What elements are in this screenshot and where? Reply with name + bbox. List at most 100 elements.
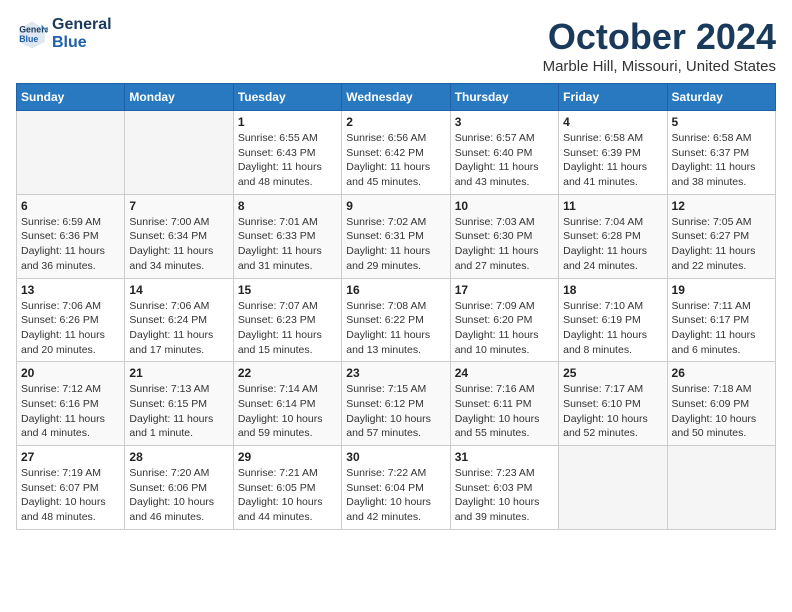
- day-number: 25: [563, 366, 662, 380]
- calendar-cell: 24 Sunrise: 7:16 AM Sunset: 6:11 PM Dayli…: [450, 362, 558, 446]
- day-info: Sunrise: 6:58 AM Sunset: 6:37 PM Dayligh…: [672, 131, 771, 190]
- day-number: 3: [455, 115, 554, 129]
- calendar-cell: 1 Sunrise: 6:55 AM Sunset: 6:43 PM Daylig…: [233, 111, 341, 195]
- day-info: Sunrise: 7:12 AM Sunset: 6:16 PM Dayligh…: [21, 382, 120, 441]
- logo-line1: General: [52, 16, 112, 34]
- day-number: 11: [563, 199, 662, 213]
- logo-icon: General Blue: [16, 18, 48, 50]
- calendar-cell: 10Sunrise: 7:03 AM Sunset: 6:30 PM Dayli…: [450, 194, 558, 278]
- day-info: Sunrise: 7:17 AM Sunset: 6:10 PM Dayligh…: [563, 382, 662, 441]
- day-info: Sunrise: 6:56 AM Sunset: 6:42 PM Dayligh…: [346, 131, 445, 190]
- day-number: 19: [672, 283, 771, 297]
- calendar-cell: 9 Sunrise: 7:02 AM Sunset: 6:31 PM Daylig…: [342, 194, 450, 278]
- calendar-cell: 27 Sunrise: 7:19 AM Sunset: 6:07 PM Dayli…: [17, 446, 125, 530]
- day-info: Sunrise: 7:06 AM Sunset: 6:24 PM Dayligh…: [129, 299, 228, 358]
- day-number: 14: [129, 283, 228, 297]
- day-info: Sunrise: 7:14 AM Sunset: 6:14 PM Dayligh…: [238, 382, 337, 441]
- day-info: Sunrise: 7:10 AM Sunset: 6:19 PM Dayligh…: [563, 299, 662, 358]
- day-number: 18: [563, 283, 662, 297]
- calendar-subtitle: Marble Hill, Missouri, United States: [543, 58, 776, 75]
- calendar-cell: 23 Sunrise: 7:15 AM Sunset: 6:12 PM Dayli…: [342, 362, 450, 446]
- calendar-cell: 14 Sunrise: 7:06 AM Sunset: 6:24 PM Dayli…: [125, 278, 233, 362]
- calendar-cell: 29 Sunrise: 7:21 AM Sunset: 6:05 PM Dayli…: [233, 446, 341, 530]
- day-number: 27: [21, 450, 120, 464]
- calendar-week-row: 27 Sunrise: 7:19 AM Sunset: 6:07 PM Dayli…: [17, 446, 776, 530]
- calendar-cell: 8Sunrise: 7:01 AM Sunset: 6:33 PM Daylig…: [233, 194, 341, 278]
- day-info: Sunrise: 7:20 AM Sunset: 6:06 PM Dayligh…: [129, 466, 228, 525]
- day-number: 7: [129, 199, 228, 213]
- calendar-cell: 30 Sunrise: 7:22 AM Sunset: 6:04 PM Dayli…: [342, 446, 450, 530]
- calendar-cell: 16 Sunrise: 7:08 AM Sunset: 6:22 PM Dayli…: [342, 278, 450, 362]
- calendar-cell: 3Sunrise: 6:57 AM Sunset: 6:40 PM Daylig…: [450, 111, 558, 195]
- calendar-cell: 15 Sunrise: 7:07 AM Sunset: 6:23 PM Dayli…: [233, 278, 341, 362]
- day-number: 29: [238, 450, 337, 464]
- day-number: 6: [21, 199, 120, 213]
- day-info: Sunrise: 7:21 AM Sunset: 6:05 PM Dayligh…: [238, 466, 337, 525]
- day-info: Sunrise: 7:02 AM Sunset: 6:31 PM Dayligh…: [346, 215, 445, 274]
- logo-line2: Blue: [52, 34, 112, 52]
- calendar-cell: 25 Sunrise: 7:17 AM Sunset: 6:10 PM Dayli…: [559, 362, 667, 446]
- title-area: October 2024 Marble Hill, Missouri, Unit…: [543, 16, 776, 75]
- day-info: Sunrise: 7:08 AM Sunset: 6:22 PM Dayligh…: [346, 299, 445, 358]
- calendar-cell: [559, 446, 667, 530]
- day-number: 9: [346, 199, 445, 213]
- day-info: Sunrise: 7:23 AM Sunset: 6:03 PM Dayligh…: [455, 466, 554, 525]
- day-info: Sunrise: 7:07 AM Sunset: 6:23 PM Dayligh…: [238, 299, 337, 358]
- calendar-cell: 26 Sunrise: 7:18 AM Sunset: 6:09 PM Dayli…: [667, 362, 775, 446]
- calendar-cell: 19Sunrise: 7:11 AM Sunset: 6:17 PM Dayli…: [667, 278, 775, 362]
- weekday-header: Saturday: [667, 84, 775, 111]
- day-info: Sunrise: 6:55 AM Sunset: 6:43 PM Dayligh…: [238, 131, 337, 190]
- day-number: 15: [238, 283, 337, 297]
- calendar-cell: 13Sunrise: 7:06 AM Sunset: 6:26 PM Dayli…: [17, 278, 125, 362]
- day-info: Sunrise: 7:13 AM Sunset: 6:15 PM Dayligh…: [129, 382, 228, 441]
- calendar-cell: 18 Sunrise: 7:10 AM Sunset: 6:19 PM Dayli…: [559, 278, 667, 362]
- day-number: 13: [21, 283, 120, 297]
- calendar-title: October 2024: [543, 16, 776, 58]
- calendar-cell: 12 Sunrise: 7:05 AM Sunset: 6:27 PM Dayli…: [667, 194, 775, 278]
- day-info: Sunrise: 7:00 AM Sunset: 6:34 PM Dayligh…: [129, 215, 228, 274]
- day-info: Sunrise: 7:15 AM Sunset: 6:12 PM Dayligh…: [346, 382, 445, 441]
- calendar-cell: 5 Sunrise: 6:58 AM Sunset: 6:37 PM Daylig…: [667, 111, 775, 195]
- svg-text:Blue: Blue: [19, 34, 38, 44]
- svg-text:General: General: [19, 24, 48, 34]
- day-info: Sunrise: 7:04 AM Sunset: 6:28 PM Dayligh…: [563, 215, 662, 274]
- logo: General Blue General Blue: [16, 16, 112, 51]
- page-header: General Blue General Blue October 2024 M…: [16, 16, 776, 75]
- calendar-cell: 28 Sunrise: 7:20 AM Sunset: 6:06 PM Dayli…: [125, 446, 233, 530]
- calendar-cell: [667, 446, 775, 530]
- day-info: Sunrise: 7:19 AM Sunset: 6:07 PM Dayligh…: [21, 466, 120, 525]
- day-info: Sunrise: 7:18 AM Sunset: 6:09 PM Dayligh…: [672, 382, 771, 441]
- day-number: 5: [672, 115, 771, 129]
- day-info: Sunrise: 7:05 AM Sunset: 6:27 PM Dayligh…: [672, 215, 771, 274]
- day-number: 26: [672, 366, 771, 380]
- weekday-header: Thursday: [450, 84, 558, 111]
- day-number: 28: [129, 450, 228, 464]
- day-number: 23: [346, 366, 445, 380]
- calendar-cell: [17, 111, 125, 195]
- calendar-week-row: 6 Sunrise: 6:59 AM Sunset: 6:36 PM Daylig…: [17, 194, 776, 278]
- day-info: Sunrise: 6:59 AM Sunset: 6:36 PM Dayligh…: [21, 215, 120, 274]
- day-number: 1: [238, 115, 337, 129]
- day-number: 10: [455, 199, 554, 213]
- calendar-cell: 21Sunrise: 7:13 AM Sunset: 6:15 PM Dayli…: [125, 362, 233, 446]
- day-number: 4: [563, 115, 662, 129]
- day-number: 12: [672, 199, 771, 213]
- day-info: Sunrise: 7:16 AM Sunset: 6:11 PM Dayligh…: [455, 382, 554, 441]
- weekday-header: Sunday: [17, 84, 125, 111]
- day-number: 2: [346, 115, 445, 129]
- day-number: 30: [346, 450, 445, 464]
- calendar-cell: 4 Sunrise: 6:58 AM Sunset: 6:39 PM Daylig…: [559, 111, 667, 195]
- day-number: 17: [455, 283, 554, 297]
- calendar-cell: 7 Sunrise: 7:00 AM Sunset: 6:34 PM Daylig…: [125, 194, 233, 278]
- calendar-week-row: 13Sunrise: 7:06 AM Sunset: 6:26 PM Dayli…: [17, 278, 776, 362]
- day-info: Sunrise: 6:58 AM Sunset: 6:39 PM Dayligh…: [563, 131, 662, 190]
- calendar-cell: 20 Sunrise: 7:12 AM Sunset: 6:16 PM Dayli…: [17, 362, 125, 446]
- day-number: 20: [21, 366, 120, 380]
- day-info: Sunrise: 7:22 AM Sunset: 6:04 PM Dayligh…: [346, 466, 445, 525]
- day-number: 24: [455, 366, 554, 380]
- calendar-cell: 17Sunrise: 7:09 AM Sunset: 6:20 PM Dayli…: [450, 278, 558, 362]
- calendar-week-row: 20 Sunrise: 7:12 AM Sunset: 6:16 PM Dayli…: [17, 362, 776, 446]
- day-number: 16: [346, 283, 445, 297]
- calendar-cell: 22Sunrise: 7:14 AM Sunset: 6:14 PM Dayli…: [233, 362, 341, 446]
- calendar-cell: 11 Sunrise: 7:04 AM Sunset: 6:28 PM Dayli…: [559, 194, 667, 278]
